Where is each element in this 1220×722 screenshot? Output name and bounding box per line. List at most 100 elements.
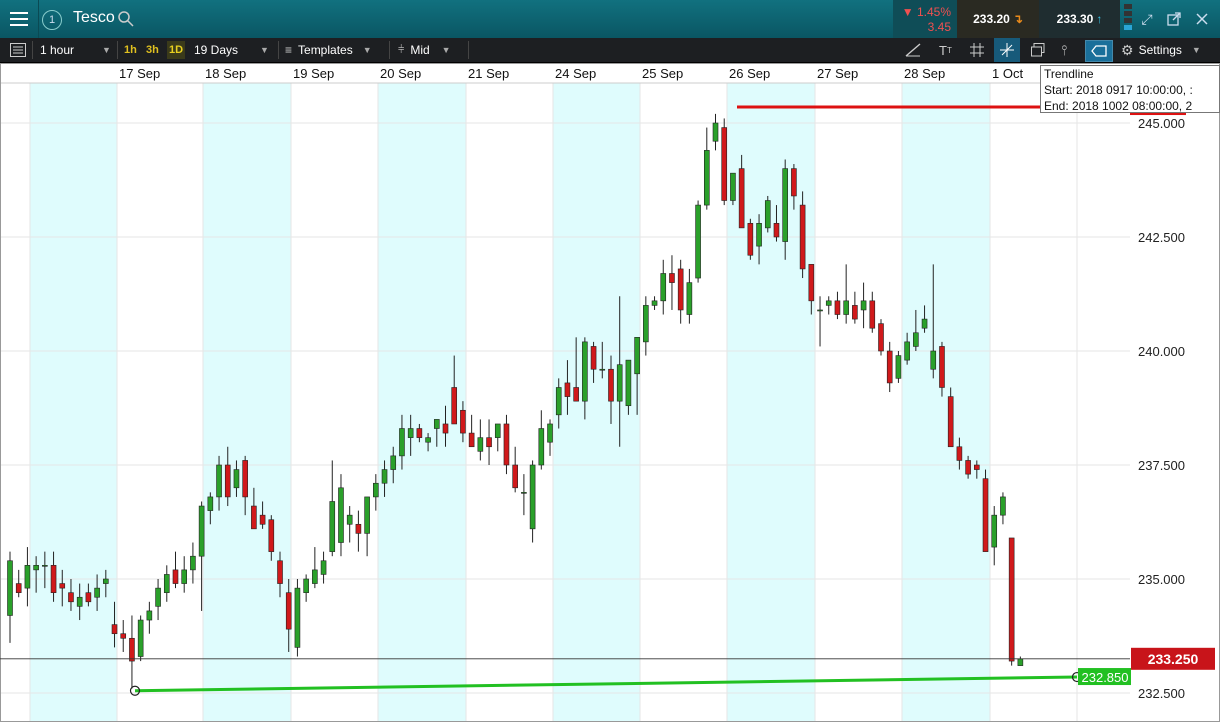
x-tick-label: 28 Sep xyxy=(904,66,945,81)
candle-body xyxy=(982,478,989,552)
chevron-down-icon: ▼ xyxy=(260,45,269,55)
candle-body xyxy=(521,492,527,494)
candle xyxy=(721,118,728,206)
chevron-down-icon: ▼ xyxy=(1191,45,1201,55)
grid-icon[interactable] xyxy=(970,38,984,62)
candle-body xyxy=(930,350,937,370)
candle-body xyxy=(503,423,510,466)
candle-body xyxy=(974,464,980,470)
candle-body xyxy=(512,464,518,489)
candle-body xyxy=(634,337,640,375)
candle-body xyxy=(1017,658,1024,666)
candle xyxy=(1008,537,1015,666)
candle xyxy=(1017,656,1024,666)
x-tick-label: 21 Sep xyxy=(468,66,509,81)
candle-body xyxy=(895,355,902,379)
candle xyxy=(886,341,893,393)
candle-body xyxy=(817,309,823,312)
candle-body xyxy=(103,578,109,584)
candle-body xyxy=(904,341,910,361)
menu-icon[interactable] xyxy=(0,0,39,38)
quick-interval-1h[interactable]: 1h xyxy=(124,38,137,62)
candle xyxy=(7,551,13,643)
candle xyxy=(129,615,135,689)
candle-body xyxy=(738,168,745,229)
trendline-tooltip: Trendline Start: 2018 0917 10:00:00, : E… xyxy=(1040,65,1220,113)
candle-body xyxy=(216,464,222,498)
day-band xyxy=(203,63,291,722)
y-tick-label: 240.000 xyxy=(1138,344,1185,359)
candle-body xyxy=(224,464,231,498)
candle-body xyxy=(163,574,170,593)
quick-interval-1d[interactable]: 1D xyxy=(167,41,186,59)
buy-button[interactable]: 233.30 ↑ xyxy=(1039,0,1120,38)
candle xyxy=(860,282,867,329)
candle xyxy=(730,172,736,206)
day-band xyxy=(30,63,117,722)
candle xyxy=(817,296,823,347)
y-tick-label: 235.000 xyxy=(1138,572,1185,587)
support-label: 232.850 xyxy=(1082,670,1129,685)
symbol-name[interactable]: Tesco xyxy=(73,9,115,27)
candle-body xyxy=(947,396,954,448)
candle-body xyxy=(677,268,684,311)
fullscreen-icon[interactable]: ⤢ xyxy=(1139,11,1155,27)
range-select[interactable]: 19 Days ▼ xyxy=(194,38,274,62)
candle-body xyxy=(285,592,292,630)
chart-area[interactable]: 17 Sep 18 Sep 19 Sep 20 Sep 21 Sep 24 Sep 25 S… xyxy=(0,63,1220,722)
candle-body xyxy=(303,578,309,593)
popout-icon[interactable] xyxy=(1166,11,1182,27)
candle-body xyxy=(190,555,196,571)
candle xyxy=(695,200,701,283)
candle-body xyxy=(573,387,579,402)
candle-body xyxy=(172,569,179,584)
day-band xyxy=(902,63,990,722)
candle xyxy=(869,291,876,333)
x-tick-label: 24 Sep xyxy=(555,66,596,81)
candle xyxy=(712,113,719,151)
current-price-label: 233.250 xyxy=(1148,651,1199,667)
candle-body xyxy=(764,200,771,229)
candle-body xyxy=(33,565,39,571)
sell-button[interactable]: 233.20 ↴ xyxy=(957,0,1039,38)
templates-icon: ≡ xyxy=(285,43,293,57)
candle-body xyxy=(878,323,884,352)
price-type-select[interactable]: ⫩ Mid ▼ xyxy=(398,38,451,62)
candle xyxy=(24,547,31,607)
list-icon[interactable] xyxy=(10,38,26,62)
candle xyxy=(991,506,998,566)
x-tick-label: 26 Sep xyxy=(729,66,770,81)
candle xyxy=(834,291,841,320)
candle-body xyxy=(1008,537,1015,662)
candle-body xyxy=(825,300,832,306)
text-tool-icon[interactable]: TT xyxy=(939,38,952,62)
candle-body xyxy=(913,332,919,347)
quick-interval-3h[interactable]: 3h xyxy=(146,38,159,62)
tag-icon[interactable] xyxy=(1085,40,1113,62)
close-icon[interactable] xyxy=(1194,11,1210,27)
candle-body xyxy=(137,619,144,657)
up-arrow-icon: ↑ xyxy=(1096,12,1103,26)
magnet-icon[interactable]: ⫯ xyxy=(1061,38,1067,62)
change-absolute: 3.45 xyxy=(927,20,951,34)
candle-body xyxy=(686,282,693,315)
draw-line-icon[interactable] xyxy=(905,38,921,62)
candle-body xyxy=(85,592,92,603)
candle xyxy=(521,474,527,516)
tooltip-end: End: 2018 1002 08:00:00, 2 xyxy=(1044,99,1193,113)
candle-body xyxy=(460,409,466,434)
candle-body xyxy=(50,565,57,593)
chart-toolbar: 1 hour ▼ 1h 3h 1D 19 Days ▼ ≡ Templates ▼ ⫩ M… xyxy=(0,38,1220,63)
candle-body xyxy=(721,127,728,201)
candle-body xyxy=(59,583,66,589)
templates-menu[interactable]: ≡ Templates ▼ xyxy=(285,38,372,62)
alert-badge[interactable]: 1 xyxy=(42,10,62,30)
search-icon[interactable] xyxy=(118,11,134,27)
candle-body xyxy=(355,523,362,534)
settings-menu[interactable]: ⚙ Settings ▼ xyxy=(1121,38,1201,62)
crosshair-icon[interactable] xyxy=(994,38,1020,62)
interval-select[interactable]: 1 hour ▼ xyxy=(40,38,116,62)
candle xyxy=(895,351,902,383)
candlestick-chart[interactable]: 17 Sep 18 Sep 19 Sep 20 Sep 21 Sep 24 Sep 25 S… xyxy=(0,63,1220,722)
layers-icon[interactable] xyxy=(1031,38,1045,62)
